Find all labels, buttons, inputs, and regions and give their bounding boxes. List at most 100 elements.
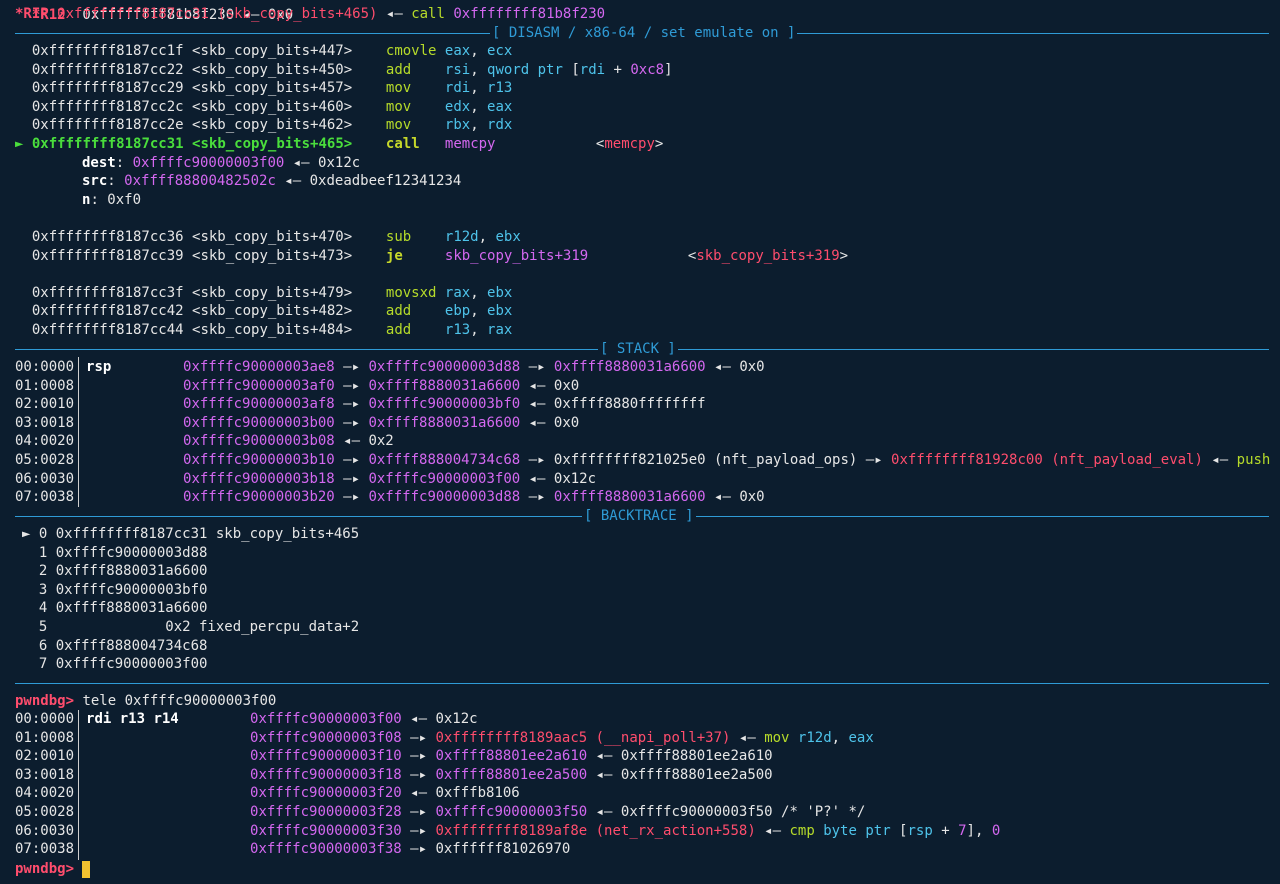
- pointer-chain-part: 7: [958, 822, 967, 839]
- operand: ,: [470, 61, 488, 78]
- operand: ,: [478, 229, 496, 245]
- operand: eax: [444, 43, 471, 59]
- pointer-chain-part: 0xffffc90000003f08: [250, 729, 402, 746]
- pointer-chain-part: 0xffffc90000003f50: [435, 804, 588, 820]
- pointer-chain-part: —▸: [520, 452, 554, 468]
- pointer-chain-part: —▸: [334, 377, 369, 394]
- pointer-chain-part: 0xffffc90000003f18: [250, 766, 402, 783]
- input-line[interactable]: pwndbg>: [15, 860, 91, 879]
- instruction-address: 0xffffffff8187cc36: [31, 229, 184, 245]
- memory-row: 05:0028 0xffffc90000003b10 —▸ 0xffff88800…: [15, 451, 1280, 470]
- operand: r12d: [444, 229, 479, 245]
- pointer-chain-part: 0xffff8880031a6600: [368, 414, 521, 431]
- pointer-chain-part: 0x12c: [553, 470, 597, 487]
- pointer-chain-part: 0x0: [739, 359, 765, 375]
- operand: ,: [470, 303, 488, 320]
- pointer-chain-part: ◂—: [520, 414, 554, 431]
- instruction-address: 0xffffffff8187cc42: [31, 303, 184, 320]
- instruction-address: 0xffffffff8187cc29: [31, 80, 184, 97]
- offset: 03:0018: [15, 766, 75, 783]
- memory-row: 03:0018 0xffffc90000003b00 —▸ 0xffff88800…: [15, 414, 579, 433]
- final-prompt: pwndbg>: [15, 861, 75, 877]
- command-line[interactable]: pwndbg> tele 0xffffc90000003f00: [15, 692, 276, 711]
- backtrace-frame: 7 0xffffc90000003f00: [22, 656, 208, 673]
- instruction-symbol: <skb_copy_bits+460>: [192, 98, 353, 115]
- argument-value: 0xffffc90000003f00: [132, 154, 285, 171]
- disasm-row: 0xffffffff8187cc29 <skb_copy_bits+457> m…: [15, 79, 512, 98]
- pointer-chain-part: —▸: [334, 452, 369, 468]
- mnemonic: add: [385, 61, 412, 78]
- argument-value: 0xf0: [107, 191, 142, 208]
- pointer-chain-part: —▸: [401, 822, 436, 839]
- pointer-chain-part: ◂—: [401, 711, 436, 727]
- pointer-chain-part: 0xffffc90000003b00: [183, 414, 335, 431]
- mnemonic: mov: [385, 98, 412, 115]
- disasm-row: 0xffffffff8187cc39 <skb_copy_bits+473> j…: [31, 247, 849, 264]
- call-argument: src: 0xffff88800482502c ◂— 0xdeadbeef123…: [82, 173, 462, 190]
- memory-row: 01:0008 0xffffc90000003af0 —▸ 0xffff88800…: [15, 377, 579, 396]
- memory-row: 02:0010 0xffffc90000003af8 —▸ 0xffffc9000…: [15, 395, 706, 414]
- rip-label: *RIP: [15, 6, 49, 22]
- offset: 02:0010: [15, 396, 75, 413]
- instruction-symbol: <skb_copy_bits+465>: [192, 136, 353, 152]
- offset: 07:0038: [15, 489, 75, 506]
- operand: r13: [444, 322, 471, 338]
- offset: 04:0020: [15, 785, 75, 802]
- instruction-address: 0xffffffff8187cc22: [31, 61, 184, 78]
- pointer-chain-part: 0xffffff81026970: [435, 841, 571, 858]
- call-target: memcpy: [444, 136, 496, 152]
- rip-symbol: (skb_copy_bits+465): [217, 6, 378, 22]
- disasm-separator: [ DISASM / x86-64 / set emulate on ]: [0, 24, 1280, 43]
- operand: ]: [664, 61, 673, 78]
- pointer-chain-part: 0xffffc90000003b20: [183, 489, 335, 506]
- operand: ,: [470, 117, 488, 134]
- operand: +: [605, 61, 631, 78]
- offset: 02:0010: [15, 748, 75, 765]
- mnemonic: add: [385, 303, 412, 320]
- argument-name: dest: [82, 154, 116, 171]
- pointer-chain-part: ◂—: [520, 396, 554, 413]
- mnemonic: movsxd: [385, 284, 437, 301]
- offset: 05:0028: [15, 804, 75, 820]
- pointer-chain-part: 0xffffc90000003b10: [183, 452, 335, 468]
- instruction-address: 0xffffffff8187cc39: [31, 247, 184, 264]
- memory-row: 00:0000 rdi r13 r14 0xffffc90000003f00 ◂— …: [15, 710, 478, 729]
- prompt: pwndbg>: [15, 693, 75, 709]
- offset: 01:0008: [15, 377, 75, 394]
- pointer-chain-part: rsp: [907, 822, 933, 839]
- pointer-chain-part: ◂—: [587, 766, 621, 783]
- pointer-chain-part: —▸: [520, 489, 554, 506]
- pointer-chain-part: 0xffff88801ee2a610: [435, 748, 588, 765]
- rip-instruction: call: [411, 6, 445, 22]
- pointer-chain-part: ◂—: [334, 433, 369, 450]
- pointer-chain-part: —▸: [401, 766, 436, 783]
- backtrace-frame: 2 0xffff8880031a6600: [22, 563, 208, 580]
- pointer-chain-part: 0xffffc90000003f38: [250, 841, 402, 858]
- memory-row: 06:0030 0xffffc90000003f30 —▸ 0xffffffff8…: [15, 822, 1000, 841]
- instruction-address: 0xffffffff8187cc2c: [31, 98, 184, 115]
- pointer-chain-part: —▸: [401, 729, 436, 746]
- operand: rsi: [444, 61, 471, 78]
- disasm-row: 0xffffffff8187cc36 <skb_copy_bits+470> s…: [15, 228, 521, 247]
- pointer-chain-part: ◂—: [705, 489, 740, 506]
- pointer-chain-part: ,: [831, 729, 849, 746]
- offset: 06:0030: [15, 470, 75, 487]
- pointer-chain-part: 0xffffc90000003f20: [250, 785, 402, 802]
- memory-row: 07:0038 0xffffc90000003f38 —▸ 0xffffff810…: [15, 840, 570, 859]
- context-end-separator: [0, 674, 1280, 693]
- pointer-chain-part: 0xffffc90000003f00: [368, 470, 521, 487]
- pointer-chain-part: 0xfffb8106: [435, 785, 520, 802]
- offset: 00:0000: [15, 359, 75, 375]
- pointer-chain-part: byte ptr: [823, 822, 900, 839]
- backtrace-header: [ BACKTRACE ]: [582, 507, 696, 526]
- instruction-symbol: <skb_copy_bits+470>: [192, 229, 353, 245]
- pointer-chain-part: 0xffffc90000003d88: [368, 489, 521, 506]
- pointer-chain-part: 0xffff8880031a6600: [553, 359, 706, 375]
- jump-target-symbol: skb_copy_bits+319: [696, 247, 840, 264]
- pointer-chain-part: 0xffffc90000003ae8: [183, 359, 335, 375]
- rip-target: 0xffffffff81b8f230: [453, 6, 606, 22]
- operand: ebx: [487, 284, 513, 301]
- offset: 05:0028: [15, 452, 75, 468]
- mnemonic: call: [385, 136, 420, 152]
- instruction-symbol: <skb_copy_bits+447>: [192, 43, 353, 59]
